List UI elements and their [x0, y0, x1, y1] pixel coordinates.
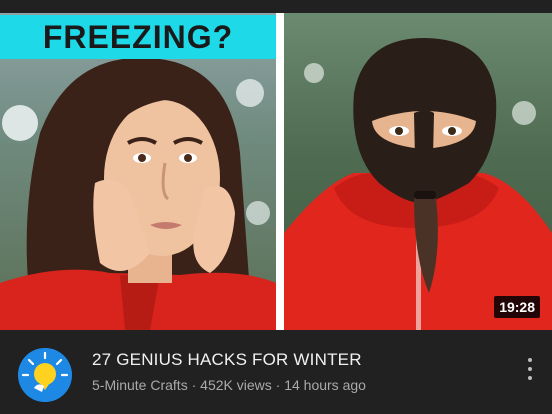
view-count: 452K views [200, 377, 272, 393]
channel-name[interactable]: 5-Minute Crafts [92, 377, 188, 393]
video-metadata: 5-Minute Crafts · 452K views · 14 hours … [92, 377, 366, 393]
meta-separator: · [187, 377, 201, 393]
lightbulb-logo-icon [18, 348, 72, 402]
thumbnail-right-panel: 19:28 [284, 13, 552, 330]
duration-badge: 19:28 [494, 296, 540, 318]
meta-separator: · [271, 377, 285, 393]
channel-avatar[interactable] [18, 348, 72, 402]
woman-cold-image [0, 57, 276, 330]
more-vertical-icon[interactable] [522, 358, 538, 380]
video-title[interactable]: 27 GENIUS HACKS FOR WINTER [92, 350, 362, 370]
hair-mask-image [284, 38, 552, 330]
video-thumbnail[interactable]: FREEZING? 19:28 [0, 13, 552, 330]
video-meta-row: 27 GENIUS HACKS FOR WINTER 5-Minute Craf… [0, 330, 552, 414]
thumbnail-left-panel: FREEZING? [0, 13, 276, 330]
upload-age: 14 hours ago [284, 377, 366, 393]
freezing-banner: FREEZING? [0, 15, 276, 59]
